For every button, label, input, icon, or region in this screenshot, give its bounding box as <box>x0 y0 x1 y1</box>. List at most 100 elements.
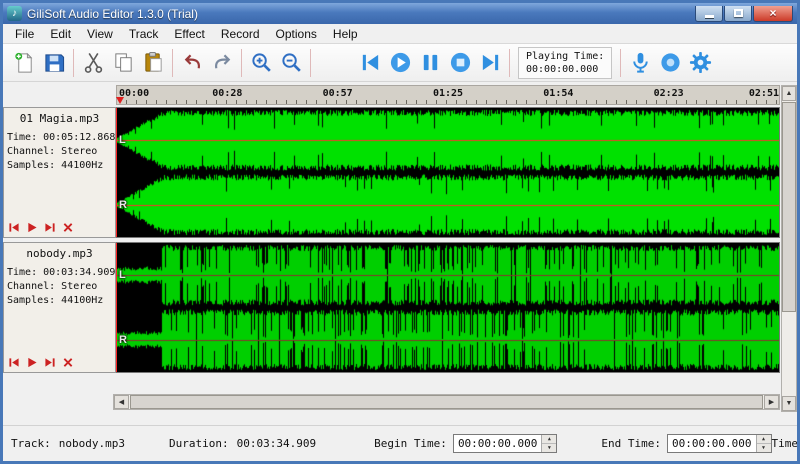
track-play-button[interactable] <box>25 356 39 369</box>
horizontal-scroll-thumb[interactable] <box>130 395 763 409</box>
track-skip-end-icon <box>44 357 56 368</box>
record-button[interactable] <box>655 48 685 78</box>
pause-icon <box>419 51 442 74</box>
app-icon: ♪ <box>7 6 22 21</box>
cut-icon <box>82 51 105 74</box>
skip-end-icon <box>479 51 502 74</box>
scroll-left-button[interactable]: ◀ <box>114 395 129 409</box>
scroll-down-button[interactable]: ▼ <box>782 396 796 411</box>
track-skip-end-button[interactable] <box>43 356 57 369</box>
menu-file[interactable]: File <box>7 25 42 43</box>
save-button[interactable] <box>39 48 69 78</box>
begin-time-up-button[interactable]: ▲ <box>542 435 556 444</box>
zoom-in-button[interactable] <box>246 48 276 78</box>
add-file-button[interactable] <box>9 48 39 78</box>
track-panel-1: 01 Magia.mp3 Time: 00:05:12.868 Channel:… <box>3 107 780 238</box>
waveform-canvas-2[interactable] <box>116 243 779 372</box>
right-channel-label: R <box>119 199 127 211</box>
time-length-label: Time Leng <box>772 437 797 450</box>
pause-button[interactable] <box>415 48 445 78</box>
skip-start-button[interactable] <box>355 48 385 78</box>
copy-button[interactable] <box>108 48 138 78</box>
paste-icon <box>142 51 165 74</box>
settings-button[interactable] <box>685 48 715 78</box>
zoom-in-icon <box>250 51 273 74</box>
vertical-scroll-track[interactable] <box>782 313 796 396</box>
waveform-canvas-1[interactable] <box>116 108 779 237</box>
toolbar: Playing Time: 00:00:00.000 <box>3 44 797 82</box>
track-name[interactable]: nobody.mp3 <box>4 243 115 266</box>
left-channel-label: L <box>119 269 126 281</box>
redo-button[interactable] <box>207 48 237 78</box>
microphone-button[interactable] <box>625 48 655 78</box>
waveform-display-2[interactable]: L R <box>116 242 780 373</box>
undo-button[interactable] <box>177 48 207 78</box>
horizontal-scrollbar[interactable]: ◀ ▶ <box>113 394 780 410</box>
menu-view[interactable]: View <box>79 25 121 43</box>
playhead-marker[interactable] <box>116 97 124 104</box>
end-time-input[interactable]: 00:00:00.000 <box>668 435 755 452</box>
zoom-out-icon <box>280 51 303 74</box>
stop-button[interactable] <box>445 48 475 78</box>
play-button[interactable] <box>385 48 415 78</box>
menu-effect[interactable]: Effect <box>166 25 212 43</box>
main-area: 00:00 00:28 00:57 01:25 01:54 02:23 02:5… <box>3 82 797 425</box>
scroll-right-button[interactable]: ▶ <box>764 395 779 409</box>
track-delete-button[interactable] <box>61 221 75 234</box>
menu-track[interactable]: Track <box>121 25 167 43</box>
track-name[interactable]: 01 Magia.mp3 <box>4 108 115 131</box>
stop-icon <box>449 51 472 74</box>
toolbar-separator <box>241 49 242 77</box>
record-icon <box>659 51 682 74</box>
vertical-scrollbar[interactable]: ▲ ▼ <box>781 85 797 412</box>
track-skip-start-button[interactable] <box>7 356 21 369</box>
menu-help[interactable]: Help <box>325 25 366 43</box>
maximize-icon <box>734 9 743 17</box>
begin-time-spinner[interactable]: 00:00:00.000 ▲▼ <box>453 434 557 453</box>
settings-gear-icon <box>689 51 712 74</box>
track-skip-start-icon <box>8 222 20 233</box>
maximize-button[interactable] <box>724 6 752 22</box>
begin-time-down-button[interactable]: ▼ <box>542 444 556 452</box>
ruler-tick: 00:28 <box>212 88 242 99</box>
track-channel: Channel: Stereo <box>4 145 115 159</box>
title-bar[interactable]: ♪ GiliSoft Audio Editor 1.3.0 (Trial) × <box>3 3 797 24</box>
track-samples: Samples: 44100Hz <box>4 294 115 308</box>
waveform-display-1[interactable]: L R <box>116 107 780 238</box>
track-info-1: 01 Magia.mp3 Time: 00:05:12.868 Channel:… <box>3 107 116 238</box>
playing-time-label: Playing Time: <box>526 50 604 63</box>
menu-record[interactable]: Record <box>213 25 268 43</box>
track-info-2: nobody.mp3 Time: 00:03:34.909 Channel: S… <box>3 242 116 373</box>
menu-bar: File Edit View Track Effect Record Optio… <box>3 24 797 44</box>
track-panel-2: nobody.mp3 Time: 00:03:34.909 Channel: S… <box>3 242 780 373</box>
begin-time-input[interactable]: 00:00:00.000 <box>454 435 541 452</box>
end-time-down-button[interactable]: ▼ <box>757 444 771 452</box>
track-skip-end-button[interactable] <box>43 221 57 234</box>
toolbar-separator <box>310 49 311 77</box>
close-button[interactable]: × <box>753 6 793 22</box>
minimize-icon <box>705 15 714 18</box>
paste-button[interactable] <box>138 48 168 78</box>
add-file-icon <box>13 51 36 74</box>
app-window: ♪ GiliSoft Audio Editor 1.3.0 (Trial) × … <box>0 0 800 464</box>
end-time-spinner[interactable]: 00:00:00.000 ▲▼ <box>667 434 771 453</box>
end-time-up-button[interactable]: ▲ <box>757 435 771 444</box>
track-delete-button[interactable] <box>61 356 75 369</box>
vertical-scroll-thumb[interactable] <box>782 102 796 312</box>
track-controls <box>7 356 75 369</box>
track-play-button[interactable] <box>25 221 39 234</box>
skip-end-button[interactable] <box>475 48 505 78</box>
track-play-icon <box>26 357 38 368</box>
track-delete-icon <box>62 357 74 368</box>
track-skip-start-button[interactable] <box>7 221 21 234</box>
zoom-out-button[interactable] <box>276 48 306 78</box>
save-icon <box>43 51 66 74</box>
menu-options[interactable]: Options <box>268 25 325 43</box>
timeline-ruler[interactable]: 00:00 00:28 00:57 01:25 01:54 02:23 02:5… <box>116 85 780 105</box>
scroll-up-button[interactable]: ▲ <box>782 86 796 101</box>
status-bar: Track: nobody.mp3 Duration: 00:03:34.909… <box>3 425 797 461</box>
minimize-button[interactable] <box>695 6 723 22</box>
playhead-line <box>116 243 117 372</box>
menu-edit[interactable]: Edit <box>42 25 79 43</box>
cut-button[interactable] <box>78 48 108 78</box>
